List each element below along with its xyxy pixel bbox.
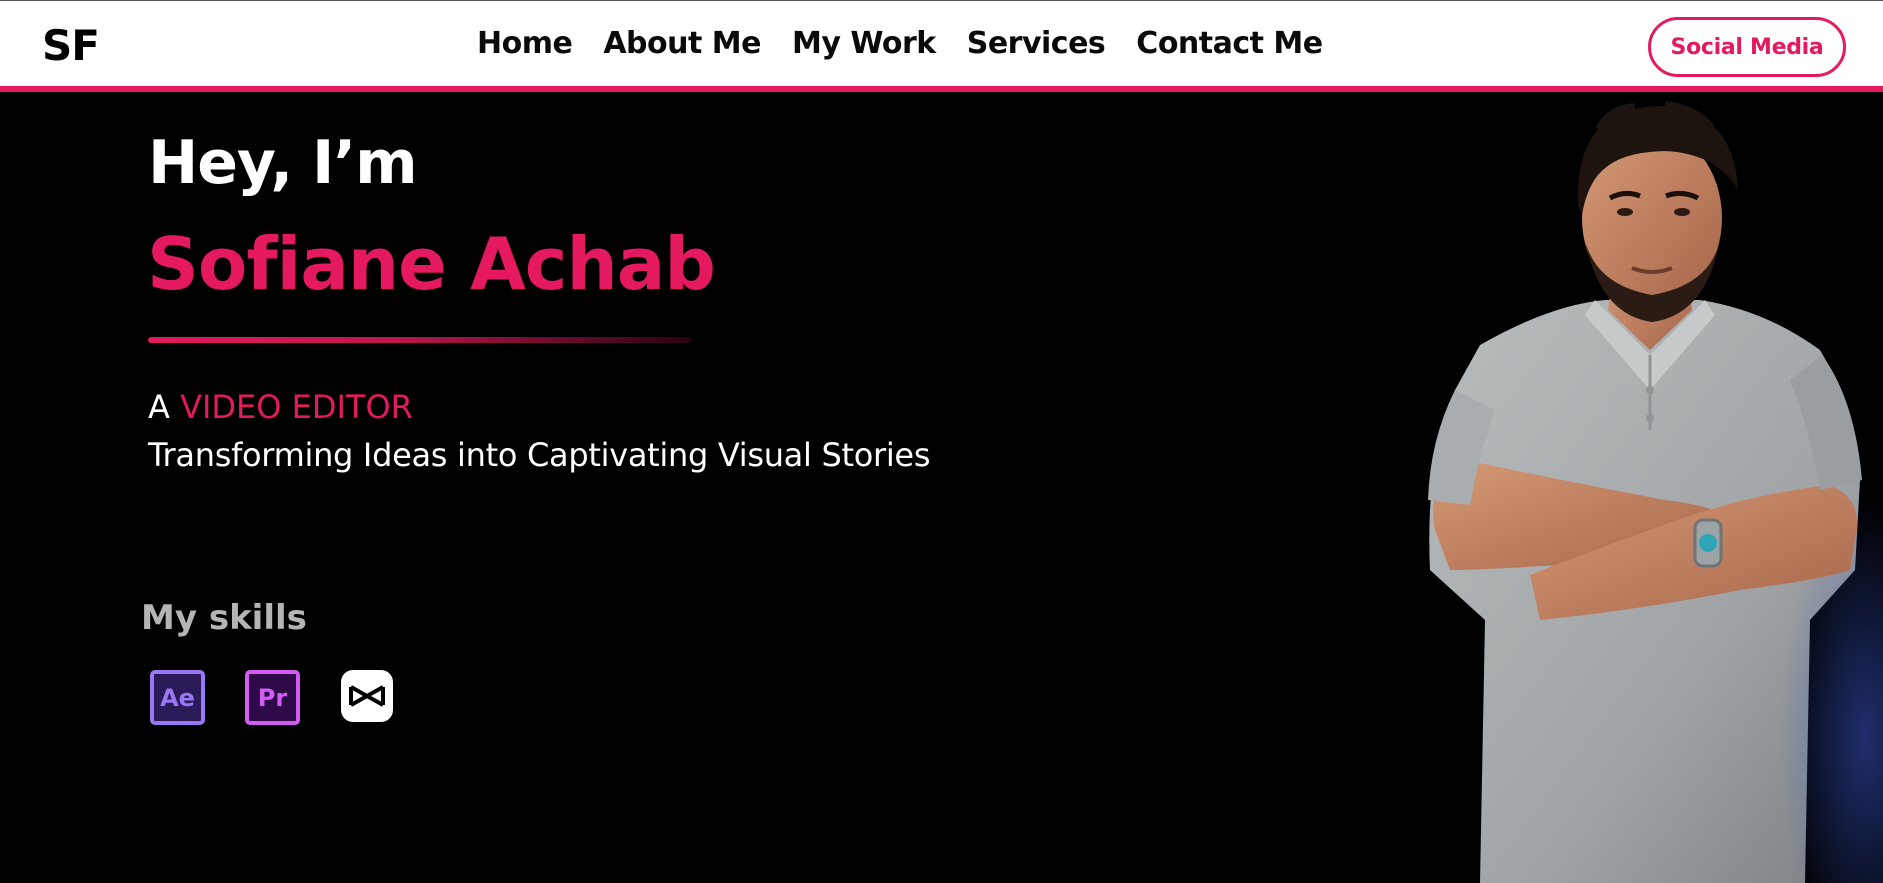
hero-role: A VIDEO EDITOR xyxy=(148,388,413,426)
nav-contact-me[interactable]: Contact Me xyxy=(1136,26,1323,61)
hero-greeting: Hey, I’m xyxy=(148,128,418,198)
nav-my-work[interactable]: My Work xyxy=(792,26,936,61)
hero-name: Sofiane Achab xyxy=(147,222,716,306)
skills-title: My skills xyxy=(141,598,307,638)
person-portrait xyxy=(1428,101,1883,883)
page: SF Home About Me My Work Services Contac… xyxy=(0,0,1883,883)
nav-services[interactable]: Services xyxy=(967,26,1106,61)
nav-about-me[interactable]: About Me xyxy=(603,26,761,61)
name-underline xyxy=(148,337,691,343)
premiere-pro-icon: Pr xyxy=(245,670,300,725)
capcut-icon xyxy=(341,670,393,722)
after-effects-icon: Ae xyxy=(150,670,205,725)
role-title: VIDEO EDITOR xyxy=(180,388,413,426)
site-header: SF Home About Me My Work Services Contac… xyxy=(0,0,1883,92)
main-nav: Home About Me My Work Services Contact M… xyxy=(477,26,1323,61)
nav-home[interactable]: Home xyxy=(477,26,573,61)
skills-list: Ae Pr xyxy=(150,670,393,725)
capcut-glyph xyxy=(349,685,385,707)
social-media-button[interactable]: Social Media xyxy=(1648,17,1846,77)
hero-tagline: Transforming Ideas into Captivating Visu… xyxy=(148,436,931,474)
role-prefix: A xyxy=(148,388,170,426)
logo[interactable]: SF xyxy=(42,21,100,70)
